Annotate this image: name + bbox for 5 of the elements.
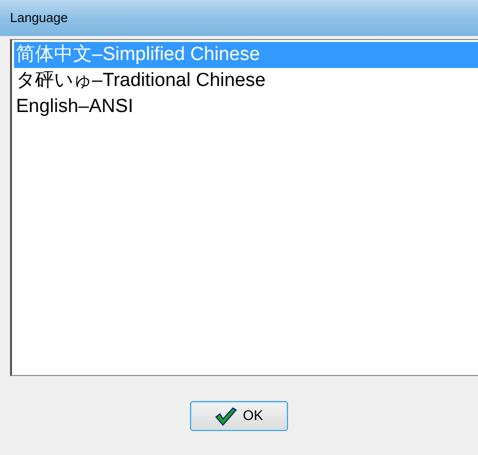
language-item[interactable]: タ砰いゅ–Traditional Chinese [14, 68, 478, 94]
window-title: Language [10, 9, 68, 28]
ok-button[interactable]: OK [190, 400, 288, 430]
checkmark-icon [214, 406, 237, 426]
language-item[interactable]: English–ANSI [14, 94, 478, 120]
